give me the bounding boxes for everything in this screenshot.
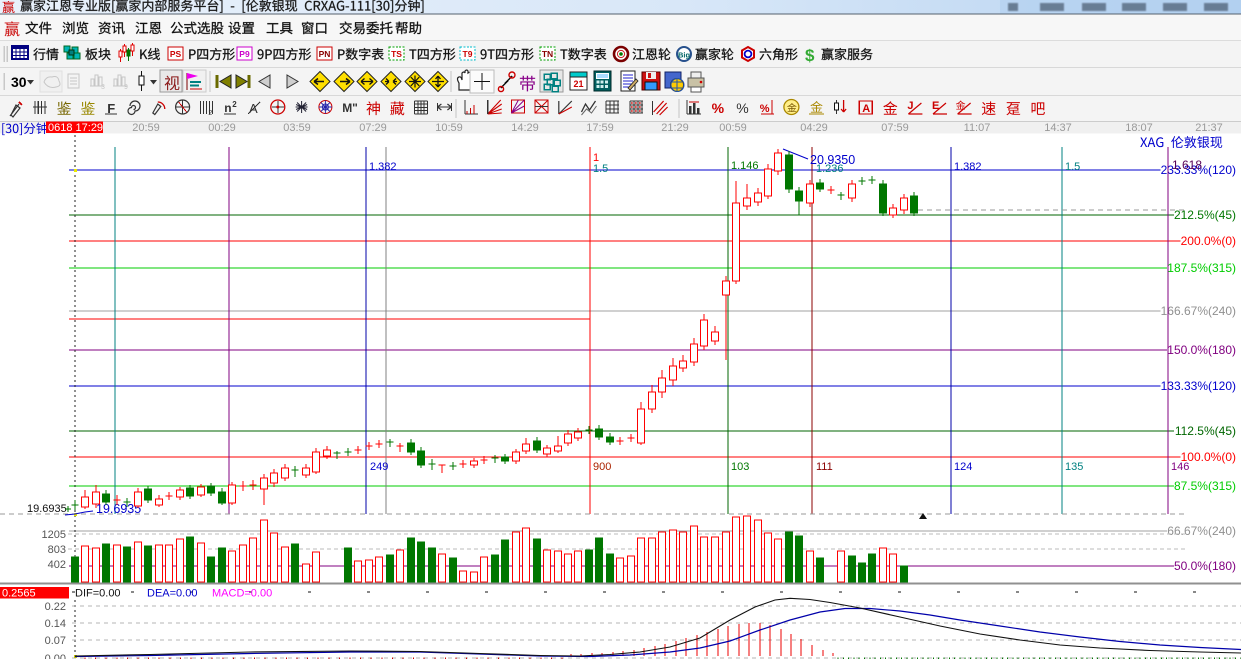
svg-text:0.00: 0.00: [45, 653, 66, 659]
svg-text:2: 2: [232, 100, 237, 109]
svg-text:187.5%(315): 187.5%(315): [1167, 261, 1236, 275]
svg-text:21:29: 21:29: [661, 122, 689, 134]
svg-text:07:29: 07:29: [359, 122, 387, 134]
svg-text:0.22: 0.22: [45, 601, 66, 613]
svg-text:TN: TN: [542, 49, 553, 59]
svg-text:0618 17:29: 0618 17:29: [48, 122, 103, 134]
svg-text:T9: T9: [463, 49, 473, 59]
svg-text:14:29: 14:29: [511, 122, 539, 134]
svg-text:402: 402: [48, 559, 66, 571]
svg-text:03:59: 03:59: [283, 122, 311, 134]
svg-text:18:07: 18:07: [1125, 122, 1153, 134]
svg-text:30: 30: [11, 74, 27, 90]
svg-text:1205: 1205: [42, 529, 66, 541]
svg-text:124: 124: [954, 461, 972, 473]
svg-text:n: n: [224, 101, 231, 115]
svg-text:PS: PS: [170, 49, 182, 59]
svg-text:DIF=0.00: DIF=0.00: [75, 588, 121, 600]
svg-text:1.5: 1.5: [1065, 161, 1080, 173]
svg-text:112.5%(45): 112.5%(45): [1175, 424, 1236, 438]
svg-text:DEA=0.00: DEA=0.00: [147, 588, 197, 600]
svg-text:803: 803: [48, 544, 66, 556]
svg-text:3: 3: [101, 84, 105, 91]
svg-text:10:59: 10:59: [435, 122, 463, 134]
svg-text:%: %: [712, 100, 725, 116]
svg-text:0.14: 0.14: [45, 618, 66, 630]
svg-text:87.5%(315): 87.5%(315): [1174, 479, 1236, 493]
svg-text:00:59: 00:59: [719, 122, 747, 134]
svg-text:P9: P9: [239, 49, 250, 59]
svg-text:111: 111: [816, 461, 833, 473]
svg-text:PN: PN: [319, 49, 331, 59]
svg-text:2: 2: [208, 110, 212, 117]
svg-text:1.5: 1.5: [593, 163, 608, 175]
svg-text:900: 900: [593, 461, 611, 473]
svg-text:1.146: 1.146: [731, 160, 759, 172]
svg-text:19.6935: 19.6935: [27, 503, 67, 515]
svg-text:1.618: 1.618: [1172, 158, 1202, 172]
svg-text:17:59: 17:59: [586, 122, 614, 134]
svg-text:133.33%(120): 133.33%(120): [1161, 379, 1236, 393]
svg-text:0.07: 0.07: [45, 635, 66, 647]
svg-text:%: %: [760, 103, 770, 115]
svg-text:20.9350: 20.9350: [810, 153, 855, 167]
svg-text:07:59: 07:59: [881, 122, 909, 134]
svg-text:66.67%(240): 66.67%(240): [1167, 524, 1236, 538]
svg-text:249: 249: [370, 461, 388, 473]
svg-text:A: A: [862, 103, 870, 115]
svg-text:MACD=0.00: MACD=0.00: [212, 588, 272, 600]
svg-text:11:07: 11:07: [964, 122, 991, 134]
svg-text:$: $: [805, 46, 815, 65]
svg-text:21:37: 21:37: [1195, 122, 1223, 134]
svg-text:00:29: 00:29: [208, 122, 236, 134]
svg-text:103: 103: [731, 461, 749, 473]
svg-text:135: 135: [1065, 461, 1083, 473]
svg-text:20:59: 20:59: [132, 122, 160, 134]
svg-text:14:37: 14:37: [1044, 122, 1072, 134]
svg-text:166.67%(240): 166.67%(240): [1161, 304, 1236, 318]
svg-text:146: 146: [1171, 461, 1189, 473]
svg-text:150.0%(180): 150.0%(180): [1167, 343, 1236, 357]
svg-text:M": M": [342, 101, 358, 115]
svg-text:%: %: [736, 100, 748, 116]
svg-text:0.2565: 0.2565: [2, 588, 36, 600]
svg-text:1.382: 1.382: [369, 161, 397, 173]
svg-text:TS: TS: [391, 49, 402, 59]
svg-text:50.0%(180): 50.0%(180): [1174, 559, 1236, 573]
svg-text:1.382: 1.382: [954, 161, 982, 173]
svg-text:200.0%(0): 200.0%(0): [1181, 234, 1236, 248]
svg-text:21: 21: [573, 79, 583, 89]
svg-text:9: 9: [124, 84, 128, 91]
svg-text:04:29: 04:29: [800, 122, 828, 134]
svg-text:Big: Big: [678, 51, 691, 60]
